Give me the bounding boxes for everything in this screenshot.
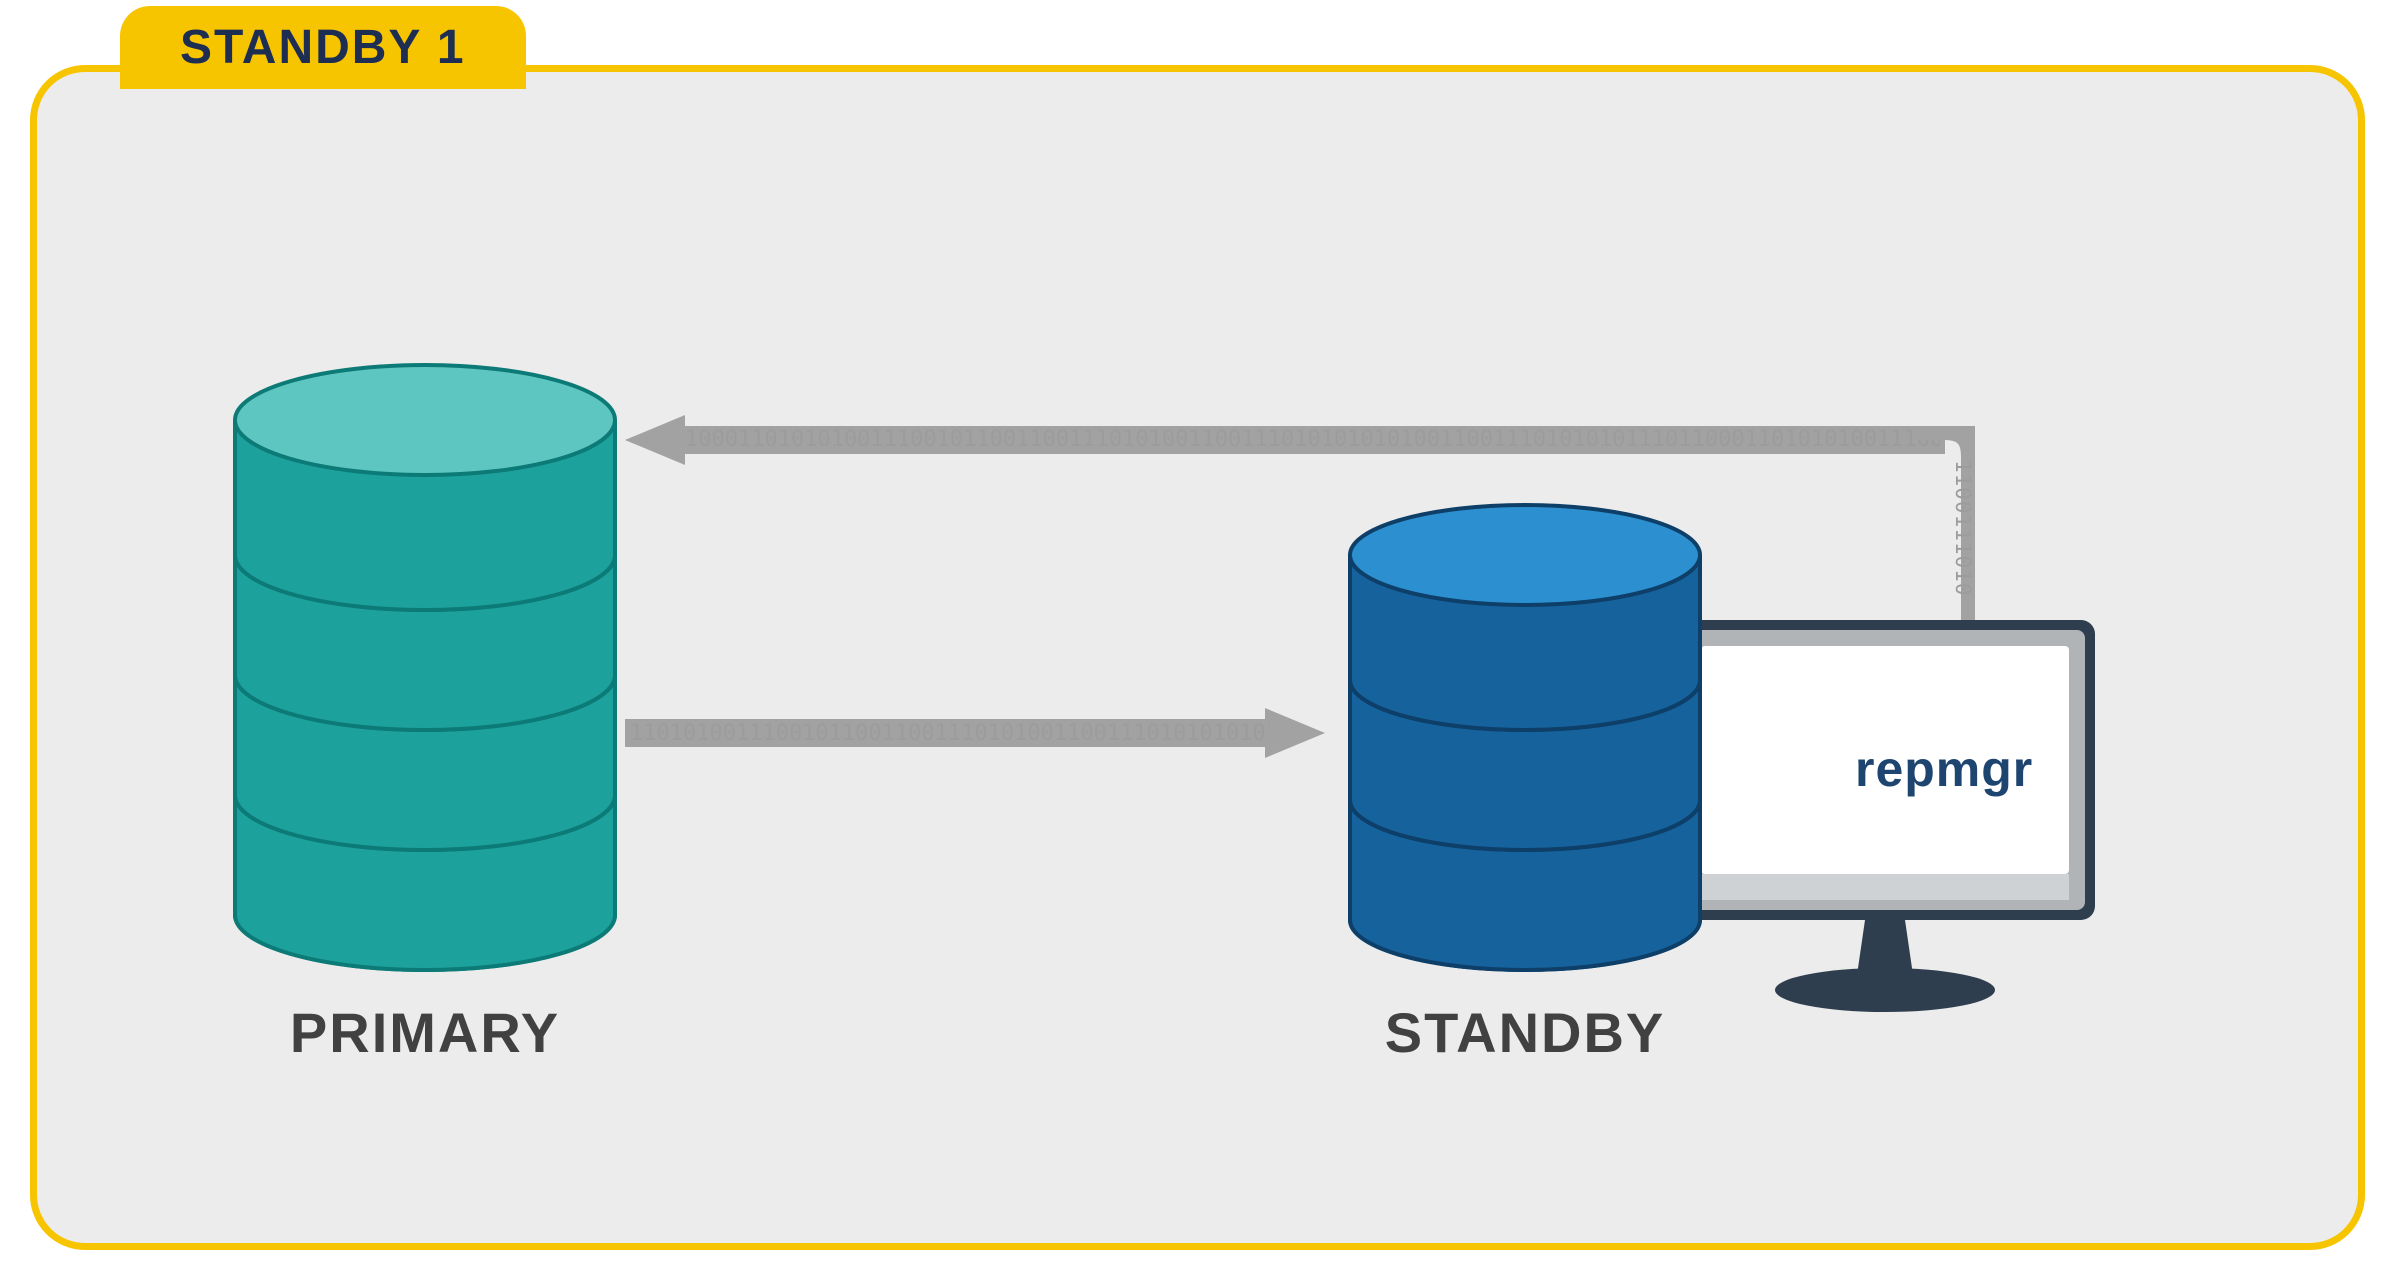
binary-stream-mid: 1101010011100101100110011101010011001110… (630, 721, 1270, 745)
standby-database: STANDBY (1340, 500, 1710, 980)
binary-stream-top: 1000110101010011100101100110011101010011… (685, 427, 1940, 451)
standby-label: STANDBY (1385, 1000, 1666, 1065)
repmgr-label: repmgr (1855, 740, 2033, 798)
database-icon (1340, 500, 1710, 980)
repmgr-monitor: repmgr (1675, 620, 2095, 1030)
primary-label: PRIMARY (290, 1000, 560, 1065)
diagram-tab-label: STANDBY 1 (180, 21, 466, 74)
diagram-tab: STANDBY 1 (120, 6, 526, 89)
binary-stream-vertical: 1100111010 (1951, 460, 1975, 630)
primary-database: PRIMARY (225, 360, 625, 980)
database-icon (225, 360, 625, 980)
